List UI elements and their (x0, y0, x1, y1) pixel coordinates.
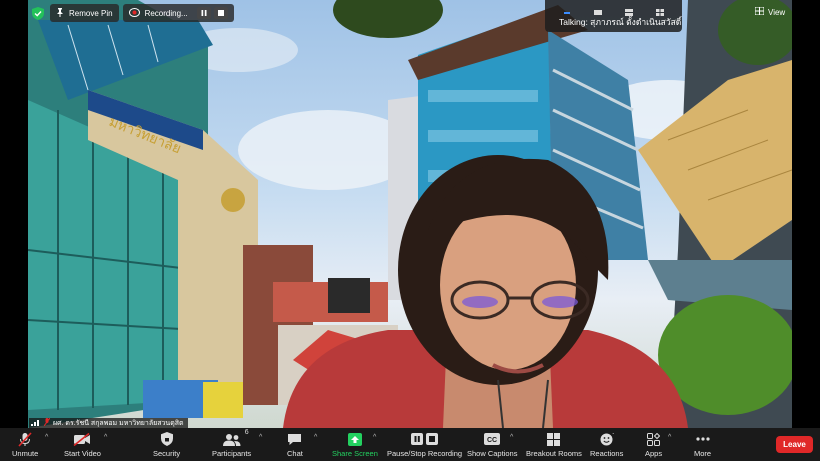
encryption-shield-icon[interactable] (30, 5, 46, 21)
audio-options-chevron-icon[interactable]: ^ (45, 434, 48, 441)
svg-text:+: + (612, 432, 614, 438)
view-grid-icon (754, 6, 765, 17)
breakout-rooms-icon (547, 431, 561, 447)
muted-microphone-icon (18, 431, 32, 447)
video-scene: มหาวิทยาลัย (28, 0, 792, 428)
pause-recording-icon[interactable] (196, 7, 211, 19)
start-video-button[interactable]: Start Video (64, 431, 101, 461)
layout-stack-icon[interactable] (625, 3, 634, 16)
video-off-icon (73, 431, 91, 447)
apps-button[interactable]: Apps (645, 431, 662, 461)
layout-strip-icon[interactable] (593, 3, 602, 15)
recording-icon (128, 7, 140, 19)
share-screen-chevron-icon[interactable]: ^ (373, 434, 376, 441)
chat-bubble-icon (287, 431, 302, 447)
unmute-button[interactable]: Unmute (12, 431, 38, 461)
share-screen-label: Share Screen (332, 449, 378, 458)
view-button[interactable]: View (754, 4, 786, 20)
chat-chevron-icon[interactable]: ^ (314, 434, 317, 441)
smiley-reaction-icon: + (600, 431, 614, 447)
more-button[interactable]: More (694, 431, 711, 461)
participant-video: มหาวิทยาลัย (28, 0, 792, 428)
remove-pin-label: Remove Pin (69, 8, 113, 18)
captions-chevron-icon[interactable]: ^ (510, 434, 513, 441)
apps-chevron-icon[interactable]: ^ (668, 434, 671, 441)
apps-icon (647, 431, 661, 447)
security-label: Security (153, 449, 181, 458)
participants-icon: 6 (222, 429, 249, 447)
pause-stop-recording-button[interactable]: Pause/Stop Recording (387, 431, 462, 461)
chat-button[interactable]: Chat (287, 431, 303, 461)
recording-label: Recording... (144, 8, 188, 18)
svg-text:CC: CC (487, 437, 497, 444)
view-label: View (768, 7, 786, 17)
reactions-button[interactable]: + Reactions (590, 431, 623, 461)
layout-grid-icon[interactable] (656, 3, 665, 16)
share-screen-button[interactable]: Share Screen (332, 431, 378, 461)
breakout-rooms-button[interactable]: Breakout Rooms (526, 431, 582, 461)
participants-label: Participants (212, 449, 252, 458)
meeting-toolbar: Unmute ^ Start Video ^ Security 6 Partic… (0, 428, 820, 461)
share-screen-icon (347, 431, 362, 447)
participant-name-tag: ผศ. ดร.รัชนี สกุลพอม มหาวิทยาลัยสวนดุสิต (29, 417, 188, 428)
top-left-indicators: Remove Pin Recording... (30, 4, 234, 22)
layout-speaker-icon[interactable] (563, 3, 571, 14)
pause-stop-recording-label: Pause/Stop Recording (387, 449, 463, 458)
breakout-rooms-label: Breakout Rooms (526, 449, 582, 458)
pause-stop-icon (410, 431, 439, 447)
more-label: More (694, 449, 712, 458)
video-stage: มหาวิทยาลัย Remove Pin Recording... Talk… (0, 0, 820, 428)
pin-icon (56, 7, 64, 19)
recording-indicator: Recording... (122, 4, 234, 22)
start-video-label: Start Video (64, 449, 101, 458)
talking-indicator: Talking: สุภาภรณ์ ตั้งดำเนินสวัสดิ์ (545, 0, 682, 32)
more-dots-icon (695, 431, 710, 447)
reactions-label: Reactions (590, 449, 624, 458)
participant-name: ผศ. ดร.รัชนี สกุลพอม มหาวิทยาลัยสวนดุสิต (53, 419, 184, 427)
participants-button[interactable]: 6 Participants (212, 429, 252, 461)
remove-pin-button[interactable]: Remove Pin (50, 4, 119, 22)
stop-recording-icon[interactable] (213, 7, 228, 19)
participants-count: 6 (244, 429, 249, 436)
signal-strength-icon (31, 418, 41, 428)
security-shield-icon (160, 431, 173, 447)
muted-mic-icon (43, 417, 51, 428)
participants-chevron-icon[interactable]: ^ (259, 434, 262, 441)
security-button[interactable]: Security (153, 431, 180, 461)
layout-switcher (545, 0, 682, 16)
show-captions-label: Show Captions (467, 449, 518, 458)
leave-button[interactable]: Leave (776, 436, 813, 453)
unmute-label: Unmute (12, 449, 39, 458)
chat-label: Chat (287, 449, 303, 458)
apps-label: Apps (645, 449, 663, 458)
captions-cc-icon: CC (484, 431, 501, 447)
video-options-chevron-icon[interactable]: ^ (104, 434, 107, 441)
